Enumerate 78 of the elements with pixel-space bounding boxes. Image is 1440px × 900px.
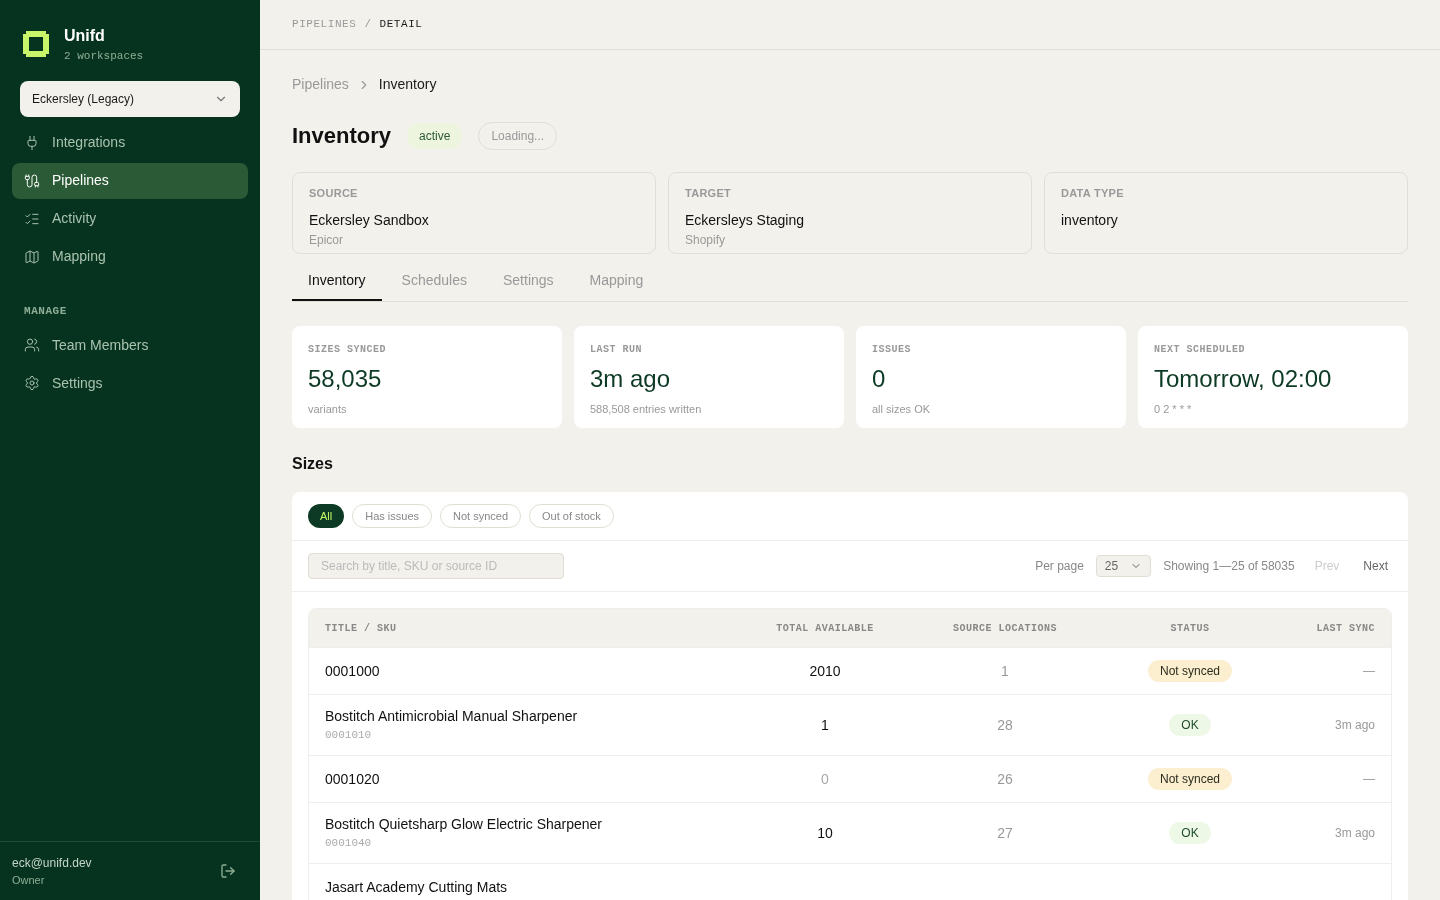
item-title: Jasart Academy Cutting Mats [325,877,509,897]
item-title: Bostitch Quietsharp Glow Electric Sharpener [325,815,603,835]
workspace-select[interactable]: Eckersley (Legacy) [20,80,240,117]
stat-label: ISSUES [872,343,912,357]
table-cell-text: 27 [996,823,1014,843]
card-label: TARGET [685,186,733,201]
status-badge: active [407,122,463,149]
cable-icon [24,172,40,189]
stat-label: LAST RUN [590,343,643,357]
section-heading: MANAGE [23,303,68,319]
user-email: eck@unifd.dev [12,854,92,872]
user-role: Owner [12,872,46,888]
column-header: TOTAL AVAILABLE [775,621,875,636]
breadcrumb-current: Inventory [378,75,437,94]
item-sku: 0001040 [325,836,373,852]
column-header: TITLE / SKU [325,621,398,636]
table-cell-text: 10 [816,823,834,843]
stat-value: 0 [872,364,887,394]
stat-value: Tomorrow, 02:00 [1154,364,1333,394]
card-subtext: Epicor [309,231,344,249]
stat-subtext: 588,508 entries written [590,402,703,417]
card-label: DATA TYPE [1061,186,1125,201]
item-sku: 0001010 [325,728,373,744]
per-page-select[interactable]: 25 [1095,555,1152,577]
users-icon [24,337,40,353]
status-badge: OK [1169,714,1211,736]
settings-icon [24,375,40,391]
card-value: Eckersley Sandbox [309,210,430,230]
stat-subtext: variants [308,402,348,417]
status-badge: OK [1169,822,1211,844]
card-value: inventory [1061,210,1119,230]
nav-item[interactable]: Integrations [12,124,248,161]
stat-subtext: all sizes OK [872,402,932,417]
status-badge: Not synced [1148,660,1232,682]
table-cell-text: 3m ago [1333,717,1375,734]
stat-value: 58,035 [308,364,383,394]
next-button[interactable]: Next [1359,557,1392,575]
nav-item[interactable]: Mapping [12,238,248,275]
filter-chip[interactable]: All [308,504,345,528]
per-page-label: Per page [1035,558,1084,575]
stat-label: NEXT SCHEDULED [1154,343,1246,357]
column-header: SOURCE LOCATIONS [952,621,1058,636]
table-cell-text: — [1362,663,1375,680]
plug-icon [24,134,40,151]
brand-name: Unifd [64,26,106,46]
tab[interactable]: Inventory [292,270,382,301]
table-cell-text: 3m ago [1333,825,1375,842]
card-value: Eckersleys Staging [685,210,806,230]
column-header: LAST SYNC [1315,621,1375,636]
table-cell-text: 26 [996,769,1014,789]
top-crumb: DETAIL [379,17,423,33]
stat-label: SIZES SYNCED [308,343,387,357]
status-badge: Not synced [1148,768,1232,790]
map-icon [24,248,40,265]
table-cell-text: 2010 [808,661,842,681]
card-subtext: Shopify [685,231,727,249]
table-cell-text: 0 [820,769,830,789]
nav-item[interactable]: Team Members [12,327,248,363]
stat-subtext: 0 2 * * * [1154,402,1193,417]
card-label: SOURCE [309,186,359,201]
page-title: Inventory [292,122,392,150]
table-cell-text: — [1362,771,1375,788]
table-cell-text: 28 [996,715,1014,735]
table-cell-text: 1 [1000,661,1010,681]
nav-item[interactable]: Activity [12,200,248,237]
logout-icon[interactable] [220,862,236,879]
column-header: STATUS [1169,621,1211,636]
item-title: 0001000 [325,661,381,681]
item-title: Bostitch Antimicrobial Manual Sharpener [325,707,579,727]
section-title: Sizes [292,454,334,474]
crumb-separator: / [364,17,372,33]
item-title: 0001020 [325,769,381,789]
workspace-count: 2 workspaces [64,49,144,64]
nav-item[interactable]: Pipelines [12,162,248,199]
showing-text: Showing 1—25 of 58035 [1163,558,1295,575]
nav-item[interactable]: Settings [12,365,248,401]
table-cell-text: 1 [820,715,830,735]
stat-value: 3m ago [590,364,672,394]
